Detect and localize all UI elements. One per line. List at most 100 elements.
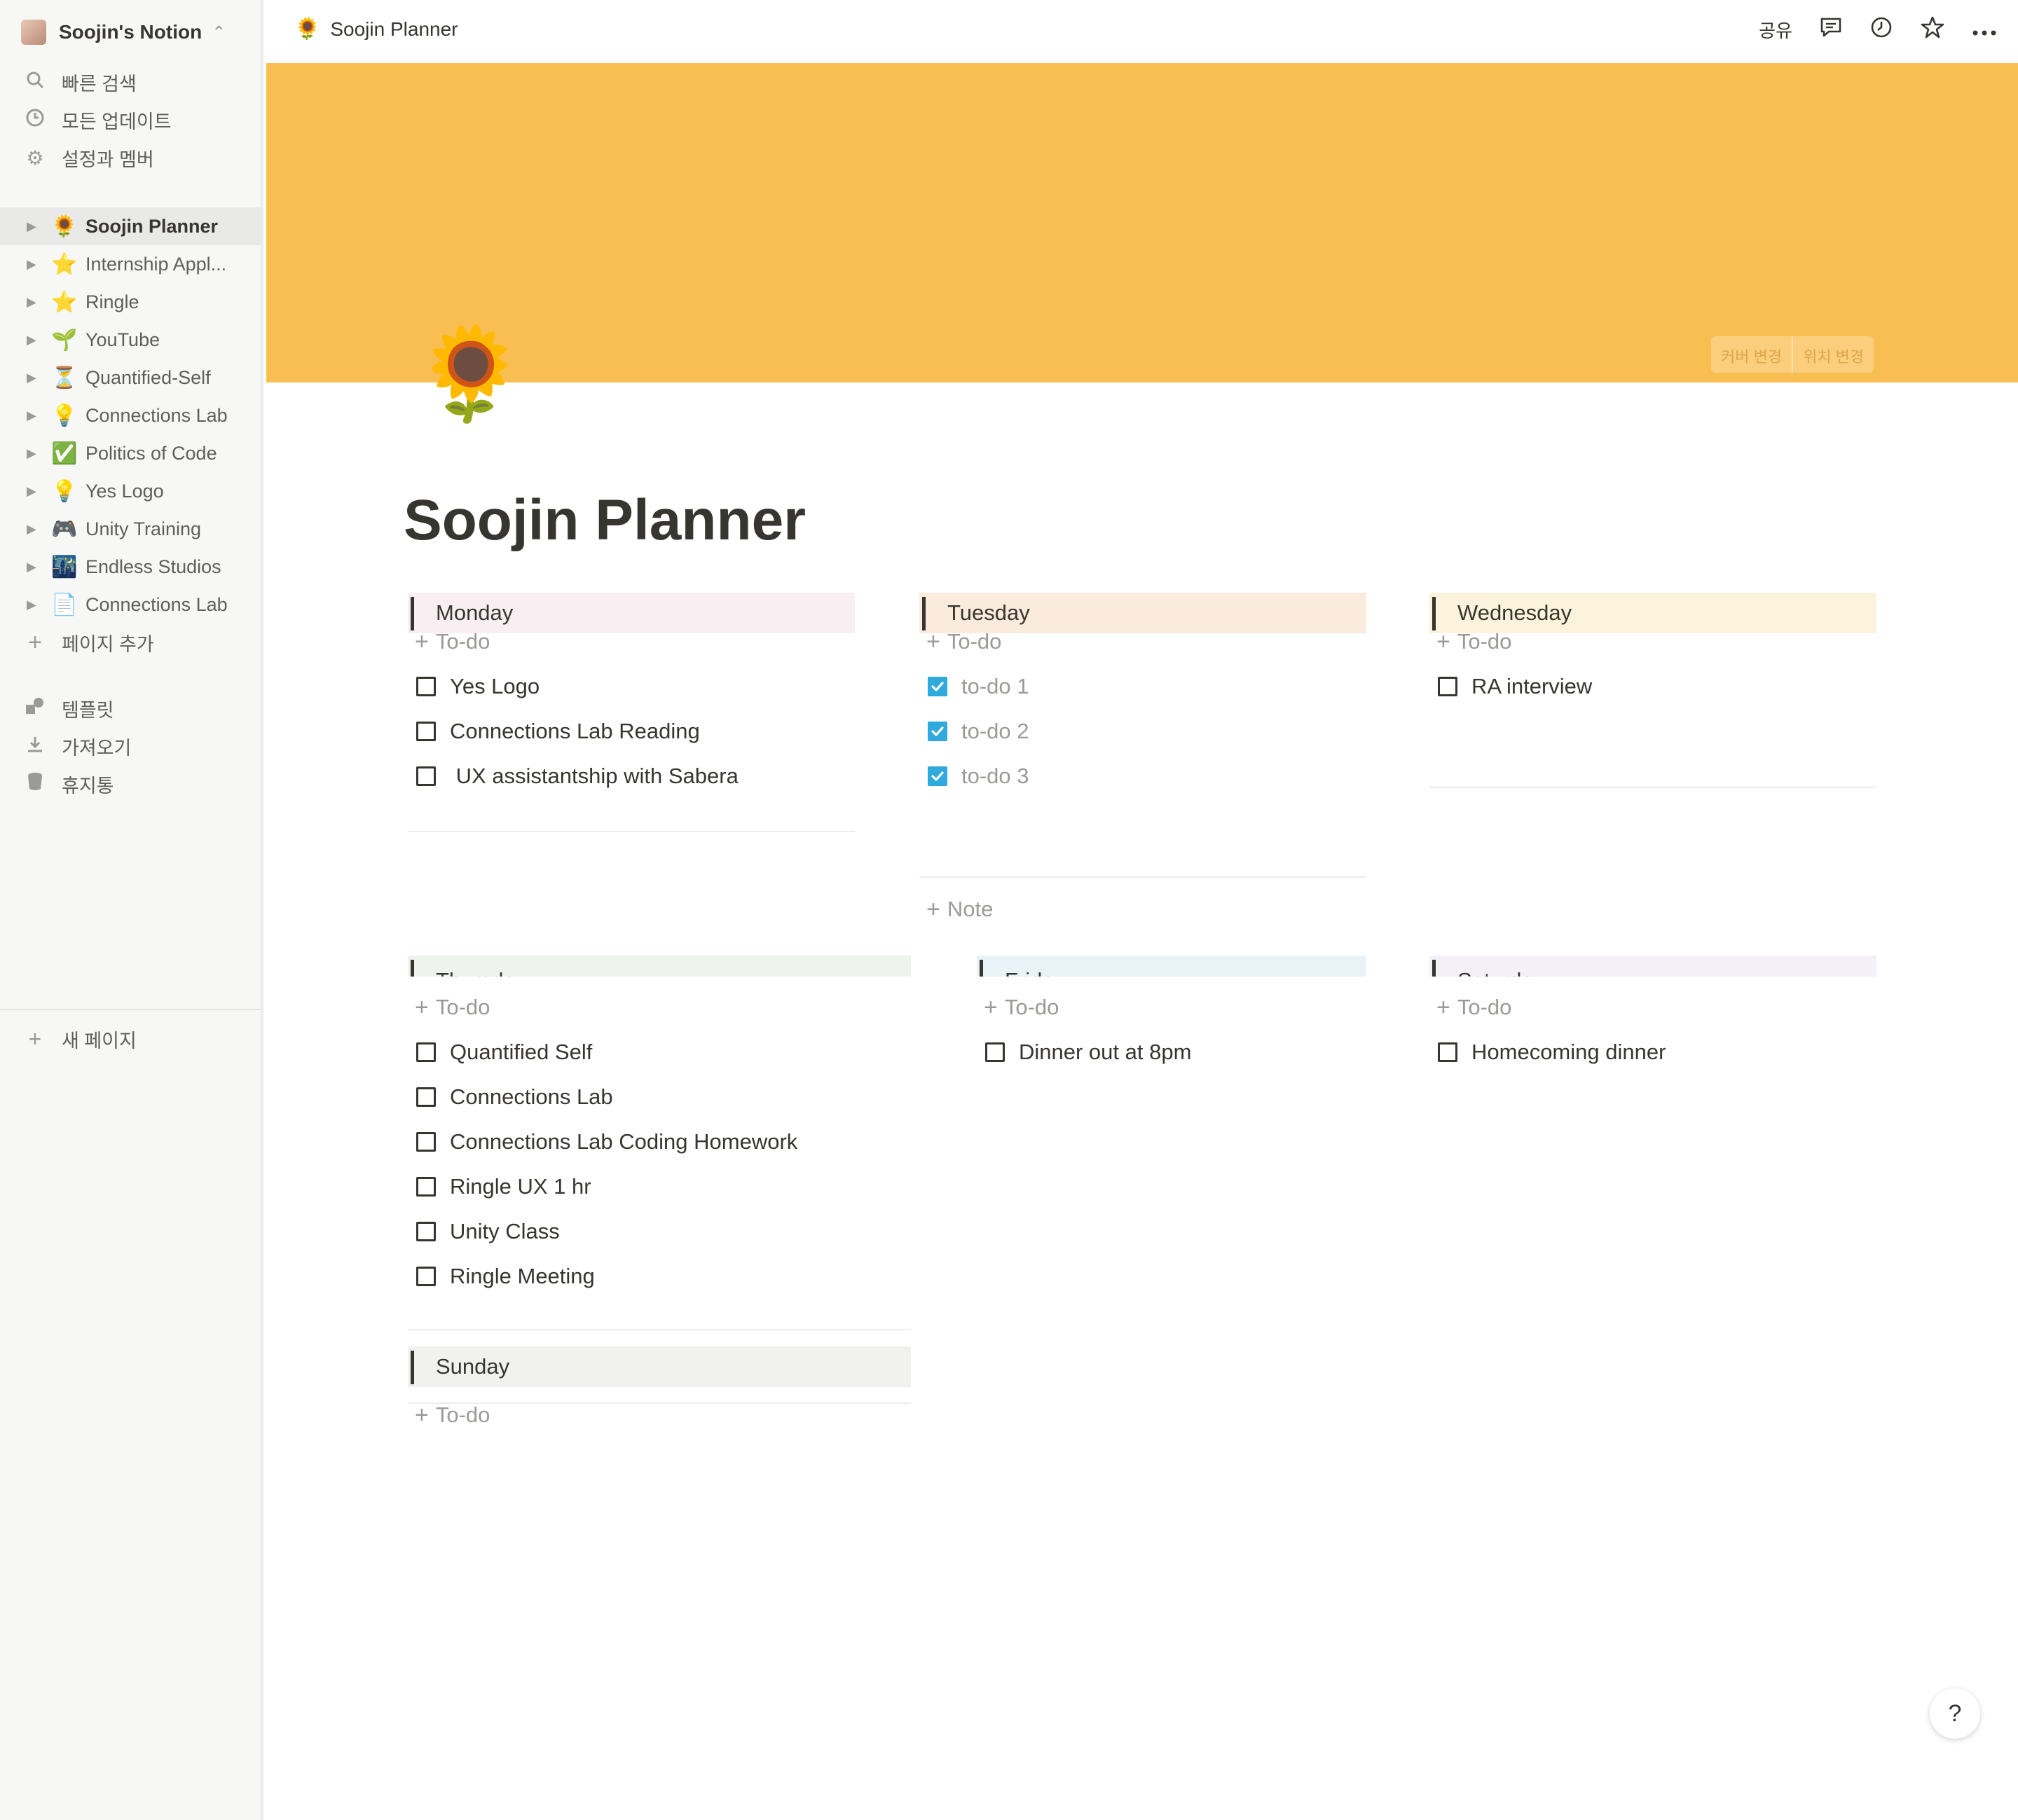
add-todo-button[interactable]: + To-do	[1436, 629, 1511, 654]
page-title[interactable]: Soojin Planner	[404, 488, 806, 553]
todo-item[interactable]: Quantified Self	[416, 1040, 592, 1065]
expand-triangle-icon[interactable]: ▶	[27, 446, 41, 461]
checkbox[interactable]	[416, 1132, 436, 1152]
day-header-saturday[interactable]: Saturday	[1429, 956, 1876, 977]
sidebar-page-connections-lab[interactable]: ▶ 💡 Connections Lab	[0, 397, 261, 434]
expand-triangle-icon[interactable]: ▶	[27, 295, 41, 310]
todo-item[interactable]: to-do 2	[928, 719, 1029, 744]
add-todo-button[interactable]: + To-do	[415, 995, 490, 1020]
checkbox[interactable]	[416, 1177, 436, 1197]
breadcrumb[interactable]: 🌻 Soojin Planner	[294, 17, 458, 41]
day-header-wednesday[interactable]: Wednesday	[1429, 593, 1876, 633]
workspace-switcher[interactable]: Soojin's Notion ⌃	[21, 18, 226, 46]
expand-triangle-icon[interactable]: ▶	[27, 560, 41, 574]
todo-item[interactable]: Ringle Meeting	[416, 1264, 595, 1289]
sidebar-page-endless-studios[interactable]: ▶ 🌃 Endless Studios	[0, 548, 261, 586]
plus-icon: +	[415, 1402, 429, 1428]
sidebar-page-label: Unity Training	[85, 518, 202, 539]
todo-item[interactable]: Yes Logo	[416, 674, 540, 699]
checkbox[interactable]	[985, 1042, 1005, 1062]
expand-triangle-icon[interactable]: ▶	[27, 257, 41, 272]
sidebar-trash[interactable]: 휴지통	[0, 765, 261, 803]
add-todo-button[interactable]: + To-do	[984, 995, 1059, 1020]
checkbox-checked[interactable]	[928, 722, 947, 741]
todo-item[interactable]: Dinner out at 8pm	[985, 1040, 1191, 1065]
todo-item[interactable]: to-do 3	[928, 764, 1029, 789]
checkbox[interactable]	[416, 1222, 436, 1241]
todo-item[interactable]: Homecoming dinner	[1438, 1040, 1666, 1065]
checkbox[interactable]	[416, 1042, 436, 1062]
todo-item[interactable]: Unity Class	[416, 1219, 560, 1244]
lightbulb-icon: 💡	[51, 479, 78, 503]
day-header-monday[interactable]: Monday	[408, 593, 855, 633]
sidebar-page-label: Quantified-Self	[85, 366, 211, 388]
sunflower-icon: 🌻	[294, 18, 321, 41]
sidebar-all-updates[interactable]: 모든 업데이트	[0, 101, 261, 139]
expand-triangle-icon[interactable]: ▶	[27, 484, 41, 499]
sidebar-import[interactable]: 가져오기	[0, 727, 261, 765]
sidebar-page-internship[interactable]: ▶ ⭐ Internship Appl...	[0, 245, 261, 283]
sidebar-templates[interactable]: 템플릿	[0, 689, 261, 727]
shapes-icon	[21, 697, 49, 720]
checkbox[interactable]	[1438, 677, 1457, 696]
sidebar-page-ringle[interactable]: ▶ ⭐ Ringle	[0, 283, 261, 321]
todo-item[interactable]: to-do 1	[928, 674, 1029, 699]
sidebar-page-unity-training[interactable]: ▶ 🎮 Unity Training	[0, 510, 261, 548]
star-icon: ⭐	[51, 252, 78, 276]
checkbox[interactable]	[416, 1087, 436, 1107]
help-button[interactable]: ?	[1930, 1688, 1980, 1739]
sidebar-quick-search[interactable]: 빠른 검색	[0, 63, 261, 101]
todo-item[interactable]: Ringle UX 1 hr	[416, 1174, 591, 1199]
sidebar-page-yes-logo[interactable]: ▶ 💡 Yes Logo	[0, 472, 261, 510]
checkbox-checked[interactable]	[928, 677, 947, 696]
checkbox[interactable]	[416, 1267, 436, 1286]
sidebar-settings[interactable]: ⚙ 설정과 멤버	[0, 139, 261, 177]
add-page-button[interactable]: + 페이지 추가	[0, 623, 261, 661]
checkbox[interactable]	[416, 766, 436, 786]
checkbox-checked[interactable]	[928, 766, 947, 786]
day-header-label: Friday	[1005, 968, 1065, 977]
todo-item[interactable]: Connections Lab	[416, 1084, 613, 1110]
sidebar-page-label: Ringle	[85, 291, 139, 312]
plus-icon: +	[1436, 628, 1450, 655]
expand-triangle-icon[interactable]: ▶	[27, 522, 41, 537]
day-header-thursday[interactable]: Thursday	[408, 956, 911, 977]
comment-icon[interactable]	[1819, 16, 1843, 43]
more-options-icon[interactable]	[1972, 19, 1997, 41]
todo-item[interactable]: Connections Lab Coding Homework	[416, 1129, 797, 1154]
change-cover-button[interactable]: 커버 변경	[1711, 336, 1792, 373]
sidebar-page-youtube[interactable]: ▶ 🌱 YouTube	[0, 321, 261, 359]
todo-item[interactable]: Connections Lab Reading	[416, 719, 700, 744]
add-todo-button[interactable]: + To-do	[415, 629, 490, 654]
add-todo-button[interactable]: + To-do	[1436, 995, 1511, 1020]
expand-triangle-icon[interactable]: ▶	[27, 371, 41, 385]
checkbox[interactable]	[416, 677, 436, 696]
favorite-star-icon[interactable]	[1920, 15, 1945, 44]
history-clock-icon[interactable]	[1869, 15, 1893, 44]
checkbox[interactable]	[416, 722, 436, 741]
sidebar-page-politics-of-code[interactable]: ▶ ✅ Politics of Code	[0, 434, 261, 472]
day-header-tuesday[interactable]: Tuesday	[919, 593, 1366, 633]
todo-item[interactable]: RA interview	[1438, 674, 1592, 699]
document-icon: 📄	[51, 593, 78, 616]
expand-triangle-icon[interactable]: ▶	[27, 408, 41, 423]
day-header-friday[interactable]: Friday	[977, 956, 1366, 977]
share-button[interactable]: 공유	[1759, 17, 1792, 43]
add-todo-button[interactable]: + To-do	[926, 629, 1001, 654]
expand-triangle-icon[interactable]: ▶	[27, 333, 41, 347]
sidebar-page-connections-lab-2[interactable]: ▶ 📄 Connections Lab	[0, 586, 261, 623]
new-page-button[interactable]: + 새 페이지	[0, 1009, 261, 1068]
day-header-sunday[interactable]: Sunday	[408, 1346, 911, 1387]
checkbox[interactable]	[1438, 1042, 1457, 1062]
expand-triangle-icon[interactable]: ▶	[27, 598, 41, 612]
game-controller-icon: 🎮	[51, 517, 78, 541]
add-note-button[interactable]: + Note	[926, 897, 993, 922]
night-city-icon: 🌃	[51, 555, 78, 579]
sidebar-page-quantified-self[interactable]: ▶ ⏳ Quantified-Self	[0, 359, 261, 397]
reposition-cover-button[interactable]: 위치 변경	[1792, 336, 1874, 373]
page-icon-sunflower[interactable]: 🌻	[413, 328, 527, 419]
todo-item[interactable]: UX assistantship with Sabera	[416, 764, 739, 789]
sidebar-page-soojin-planner[interactable]: ▶ 🌻 Soojin Planner	[0, 207, 261, 245]
expand-triangle-icon[interactable]: ▶	[27, 219, 41, 234]
add-todo-button[interactable]: + To-do	[415, 1402, 490, 1428]
